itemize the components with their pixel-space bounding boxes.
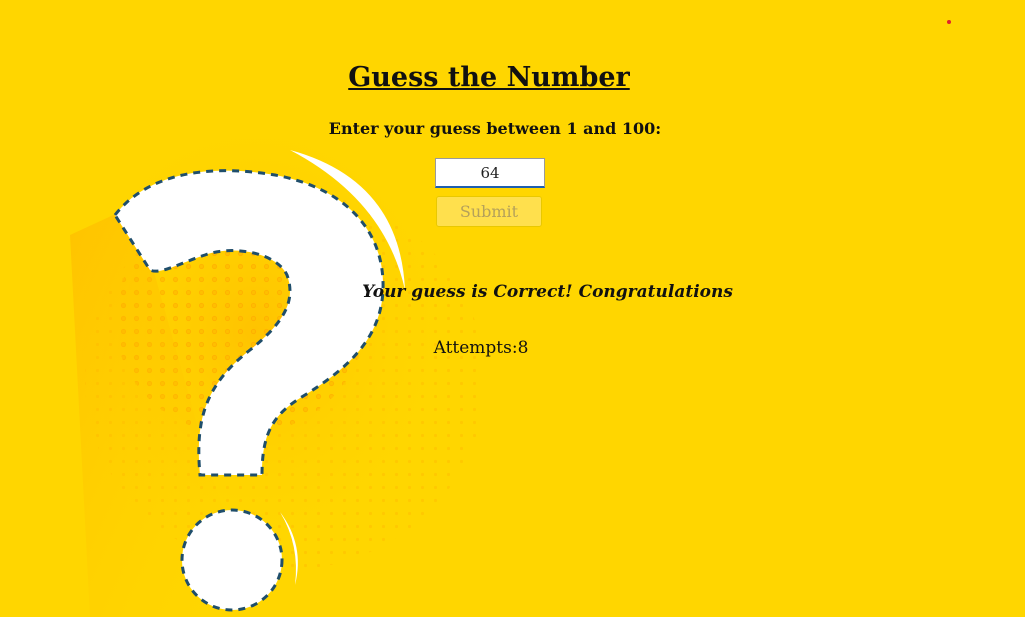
red-dot-marker — [947, 20, 951, 24]
attempts-counter: Attempts:8 — [433, 338, 529, 358]
guess-input[interactable] — [435, 158, 545, 188]
page-title: Guess the Number — [348, 62, 630, 93]
submit-button[interactable]: Submit — [436, 196, 542, 227]
result-message: Your guess is Correct! Congratulations — [362, 282, 733, 302]
game-panel: Guess the Number Enter your guess betwee… — [0, 0, 1025, 617]
guess-prompt: Enter your guess between 1 and 100: — [328, 119, 662, 138]
